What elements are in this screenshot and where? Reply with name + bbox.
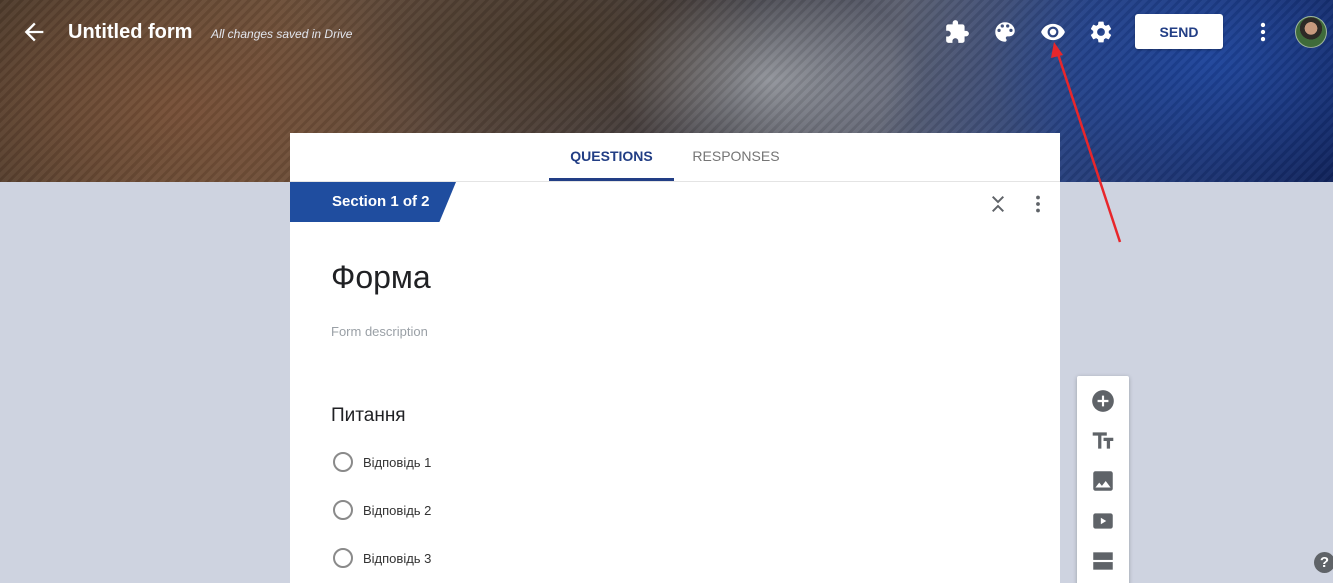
section-label: Section 1 of 2 [332, 193, 430, 210]
add-image-icon[interactable] [1090, 468, 1116, 494]
option-label: Відповідь 2 [363, 503, 432, 518]
palette-icon[interactable] [992, 19, 1018, 45]
form-editor: QUESTIONS RESPONSES Section 1 of 2 Форма… [290, 133, 1060, 583]
floating-toolbar [1077, 376, 1129, 583]
more-vert-icon[interactable] [1250, 19, 1276, 45]
question-title[interactable]: Питання [331, 405, 406, 427]
radio-circle-icon[interactable] [333, 548, 353, 568]
section-more-vert-icon[interactable] [1026, 192, 1050, 216]
radio-circle-icon[interactable] [333, 500, 353, 520]
avatar[interactable] [1295, 16, 1327, 48]
option-label: Відповідь 3 [363, 551, 432, 566]
add-section-icon[interactable] [1090, 548, 1116, 574]
back-arrow-icon[interactable] [20, 18, 48, 46]
add-title-icon[interactable] [1090, 428, 1116, 454]
form-description-field[interactable]: Form description [331, 324, 428, 339]
option-label: Відповідь 1 [363, 455, 432, 470]
settings-gear-icon[interactable] [1088, 19, 1114, 45]
top-app-bar: Untitled form All changes saved in Drive… [0, 0, 1333, 64]
add-video-icon[interactable] [1090, 508, 1116, 534]
save-status-text: All changes saved in Drive [211, 27, 353, 41]
collapse-section-icon[interactable] [986, 192, 1010, 216]
send-button[interactable]: SEND [1135, 14, 1223, 49]
help-icon[interactable]: ? [1314, 552, 1333, 573]
addons-puzzle-icon[interactable] [944, 19, 970, 45]
tab-questions[interactable]: QUESTIONS [549, 133, 674, 181]
tabs-bar: QUESTIONS RESPONSES [290, 133, 1060, 182]
form-title[interactable]: Untitled form [68, 21, 192, 44]
form-heading[interactable]: Форма [331, 259, 431, 296]
radio-circle-icon[interactable] [333, 452, 353, 472]
add-question-icon[interactable] [1090, 388, 1116, 414]
tab-responses[interactable]: RESPONSES [674, 133, 798, 181]
preview-eye-icon[interactable] [1040, 19, 1066, 45]
form-card: Section 1 of 2 Форма Form description Пи… [290, 182, 1060, 583]
